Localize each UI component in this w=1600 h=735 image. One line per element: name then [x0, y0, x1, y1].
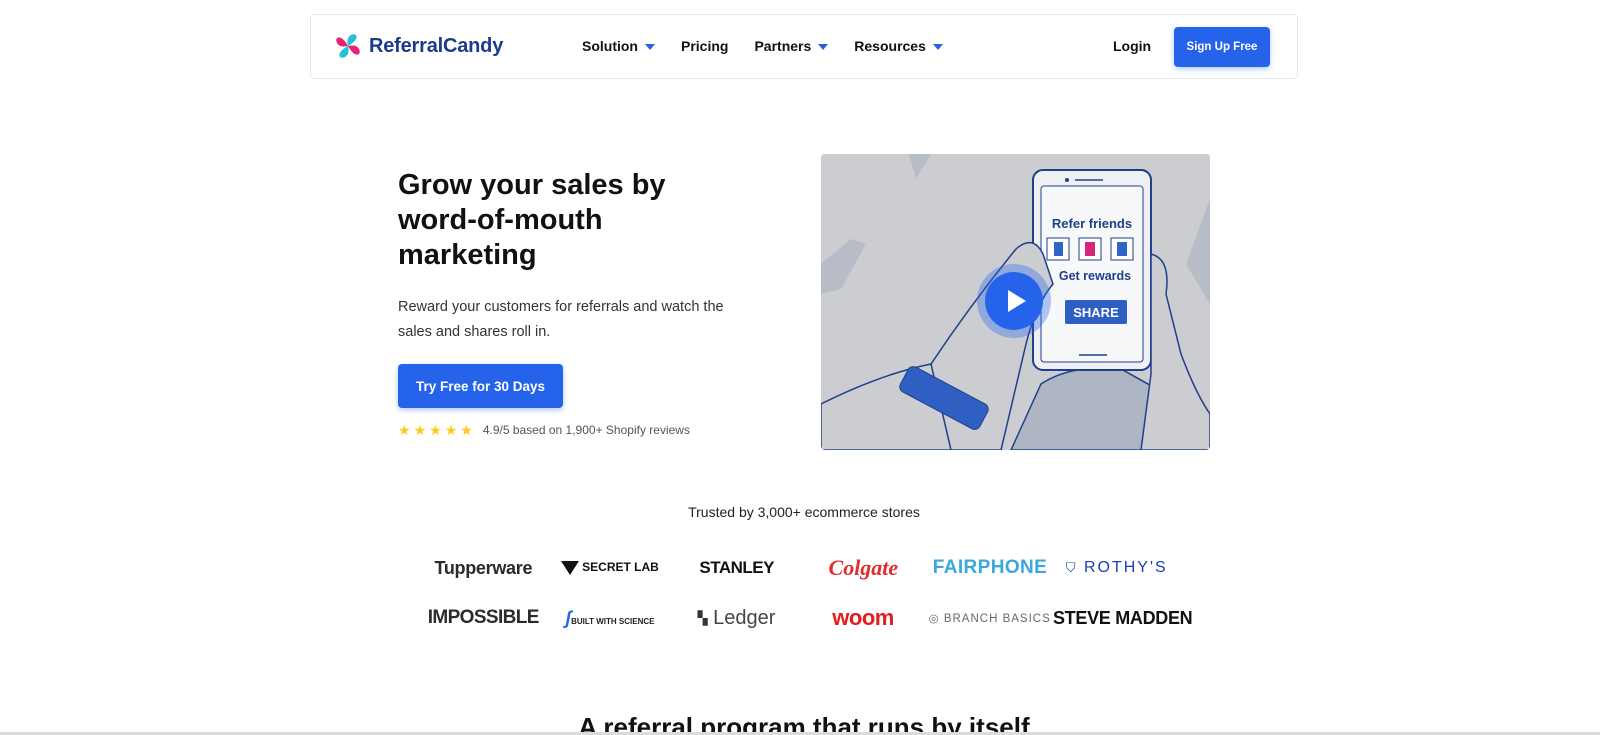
nav-pricing[interactable]: Pricing	[681, 38, 728, 54]
video-phone-heading: Refer friends	[1052, 216, 1132, 231]
hero-subtitle: Reward your customers for referrals and …	[398, 299, 724, 340]
star-icon: ★	[444, 422, 458, 438]
top-navbar: ReferralCandy Solution Pricing Partners …	[310, 14, 1298, 79]
login-link[interactable]: Login	[1113, 38, 1151, 54]
play-button[interactable]	[977, 264, 1051, 338]
video-phone-sub: Get rewards	[1059, 269, 1131, 283]
nav-solution-label: Solution	[582, 38, 638, 54]
secretlab-icon	[561, 561, 580, 575]
logo-row: Tupperware SECRET LAB STANLEY Colgate FA…	[420, 550, 1180, 586]
logo-rothys: ⛉ ROTHY'S	[1065, 559, 1168, 576]
logo-tupperware: Tupperware	[434, 557, 533, 578]
logo-branch-basics: ◎ BRANCH BASICS	[928, 613, 1051, 625]
try-free-button[interactable]: Try Free for 30 Days	[398, 364, 563, 408]
chevron-down-icon	[645, 44, 655, 50]
main-menu: Solution Pricing Partners Resources	[582, 38, 943, 54]
ledger-icon: ▚	[697, 610, 708, 626]
leaf-icon: ◎	[928, 613, 940, 625]
nav-solution[interactable]: Solution	[582, 38, 655, 54]
logo-impossible: IMPOSSIBLE	[427, 607, 540, 628]
logo-ledger: ▚ Ledger	[697, 606, 776, 629]
video-phone-button: SHARE	[1073, 305, 1119, 320]
nav-partners-label: Partners	[754, 38, 812, 54]
shield-icon: ⛉	[1065, 560, 1078, 575]
nav-partners[interactable]: Partners	[754, 38, 829, 54]
logo-steve-madden: STEVE MADDEN	[1052, 607, 1193, 628]
star-rating: ★ ★ ★ ★ ★	[398, 423, 473, 437]
star-icon: ★	[413, 422, 427, 438]
logo-colgate: Colgate	[828, 555, 899, 580]
chevron-down-icon	[818, 44, 829, 50]
logo-stanley: STANLEY	[699, 558, 774, 577]
referralcandy-logo-icon	[336, 34, 360, 58]
rating-text: 4.9/5 based on 1,900+ Shopify reviews	[482, 423, 690, 437]
nav-pricing-label: Pricing	[681, 38, 729, 54]
logo-secretlab: SECRET LAB	[547, 561, 674, 575]
star-icon: ★	[398, 422, 411, 438]
chevron-down-icon	[932, 44, 943, 50]
play-icon	[1007, 290, 1026, 312]
star-icon: ★	[460, 422, 473, 438]
logo-woom: woom	[832, 605, 894, 630]
trusted-heading: Trusted by 3,000+ ecommerce stores	[688, 504, 920, 520]
brand-logo-link[interactable]: ReferralCandy	[331, 29, 503, 63]
hero-video[interactable]: Refer friends Get rewards SHARE	[821, 154, 1210, 450]
logo-built-with-science: ʃBUILT WITH SCIENCE	[565, 607, 655, 628]
sign-up-button[interactable]: Sign Up Free	[1174, 27, 1270, 67]
brand-name: ReferralCandy	[369, 34, 504, 57]
hero-title: Grow your sales by word-of-mouth marketi…	[398, 169, 666, 271]
customer-logos: Tupperware SECRET LAB STANLEY Colgate FA…	[420, 550, 1193, 650]
logo-row: IMPOSSIBLE ʃBUILT WITH SCIENCE ▚ Ledger …	[420, 600, 1193, 636]
star-icon: ★	[429, 422, 442, 438]
logo-fairphone: FAIRPHONE	[932, 557, 1048, 578]
nav-resources-label: Resources	[854, 38, 926, 54]
nav-resources[interactable]: Resources	[854, 38, 943, 54]
rating: ★ ★ ★ ★ ★ 4.9/5 based on 1,900+ Shopify …	[398, 423, 690, 437]
